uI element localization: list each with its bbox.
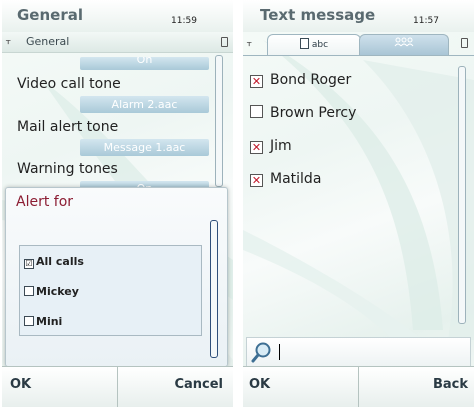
text-cursor (279, 344, 280, 360)
recipient-item[interactable]: ✕ Bond Roger (250, 72, 351, 88)
popup-scrollbar[interactable] (210, 220, 218, 358)
option-label: All calls (36, 255, 84, 268)
recipient-name: Jim (270, 138, 292, 154)
recipient-name: Bond Roger (270, 72, 352, 88)
setting-value-mail-alert-tone[interactable]: Message 1.aac (80, 139, 209, 156)
setting-value-video-call-tone[interactable]: Alarm 2.aac (80, 96, 209, 113)
context-row: ᚁ General (2, 32, 233, 53)
general-settings-screen: General 11:59 ᚁ General On Video call to… (2, 0, 233, 407)
title-bar: Text message 11:57 (243, 0, 474, 32)
softkey-bar: OK Cancel (2, 366, 233, 407)
signal-icon: ᚁ (247, 38, 252, 48)
battery-icon (221, 37, 228, 47)
back-button[interactable]: Back (433, 377, 468, 392)
softkey-divider (358, 367, 359, 407)
ok-button[interactable]: OK (249, 377, 270, 392)
text-message-screen: Text message 11:57 ᚁ abc ✕ Bond Roger Bro… (243, 0, 474, 407)
checkbox-icon[interactable]: ✕ (250, 174, 263, 187)
alert-for-popup: Alert for ☑ All calls Mickey Mini (5, 187, 228, 367)
option-label: Mini (36, 315, 63, 328)
option-mickey[interactable]: Mickey (24, 285, 79, 303)
alert-for-list: ☑ All calls Mickey Mini (19, 245, 202, 336)
clock: 11:57 (413, 16, 439, 26)
checkbox-icon[interactable] (24, 286, 34, 296)
screen-title: Text message (260, 6, 376, 24)
option-label: Mickey (36, 285, 79, 298)
recipient-item[interactable]: ✕ Matilda (250, 171, 321, 187)
setting-label-warning-tones[interactable]: Warning tones (17, 161, 118, 177)
tab-abc-label: abc (311, 40, 329, 50)
clock: 11:59 (171, 16, 197, 26)
softkey-bar: OK Back (243, 366, 474, 407)
setting-label-mail-alert-tone[interactable]: Mail alert tone (17, 119, 118, 135)
search-field[interactable] (246, 337, 471, 367)
recipient-item[interactable]: ✕ Jim (250, 138, 292, 154)
screen-title: General (17, 6, 83, 24)
tab-underline (243, 55, 474, 56)
ok-button[interactable]: OK (10, 377, 31, 392)
contacts-group-icon (394, 37, 414, 50)
cancel-button[interactable]: Cancel (174, 377, 223, 392)
checkbox-icon[interactable]: ✕ (250, 141, 263, 154)
title-bar: General 11:59 (2, 0, 233, 32)
setting-label-video-call-tone[interactable]: Video call tone (17, 76, 121, 92)
magnifier-icon (250, 340, 274, 368)
recipient-name: Matilda (270, 171, 322, 187)
tab-abc[interactable]: abc (267, 34, 361, 56)
recipient-name: Brown Percy (270, 105, 357, 121)
popup-title: Alert for (16, 194, 74, 210)
context-label: General (26, 35, 70, 48)
setting-value-top[interactable]: On (80, 57, 209, 70)
recipient-item[interactable]: Brown Percy (250, 105, 356, 121)
option-all-calls[interactable]: ☑ All calls (24, 255, 84, 273)
option-mini[interactable]: Mini (24, 315, 62, 333)
setting-value-top-text: On (136, 57, 153, 66)
softkey-divider (117, 367, 118, 407)
battery-icon (461, 38, 468, 48)
settings-scrollbar[interactable] (215, 55, 223, 187)
signal-icon: ᚁ (6, 36, 11, 46)
checkbox-icon[interactable]: ✕ (250, 75, 263, 88)
tab-contacts-group[interactable] (359, 34, 449, 56)
checkbox-icon[interactable] (250, 105, 263, 118)
document-icon (299, 38, 309, 49)
checkbox-icon[interactable] (24, 316, 34, 326)
recipient-scrollbar[interactable] (458, 66, 466, 324)
checkbox-icon[interactable]: ☑ (24, 259, 34, 269)
